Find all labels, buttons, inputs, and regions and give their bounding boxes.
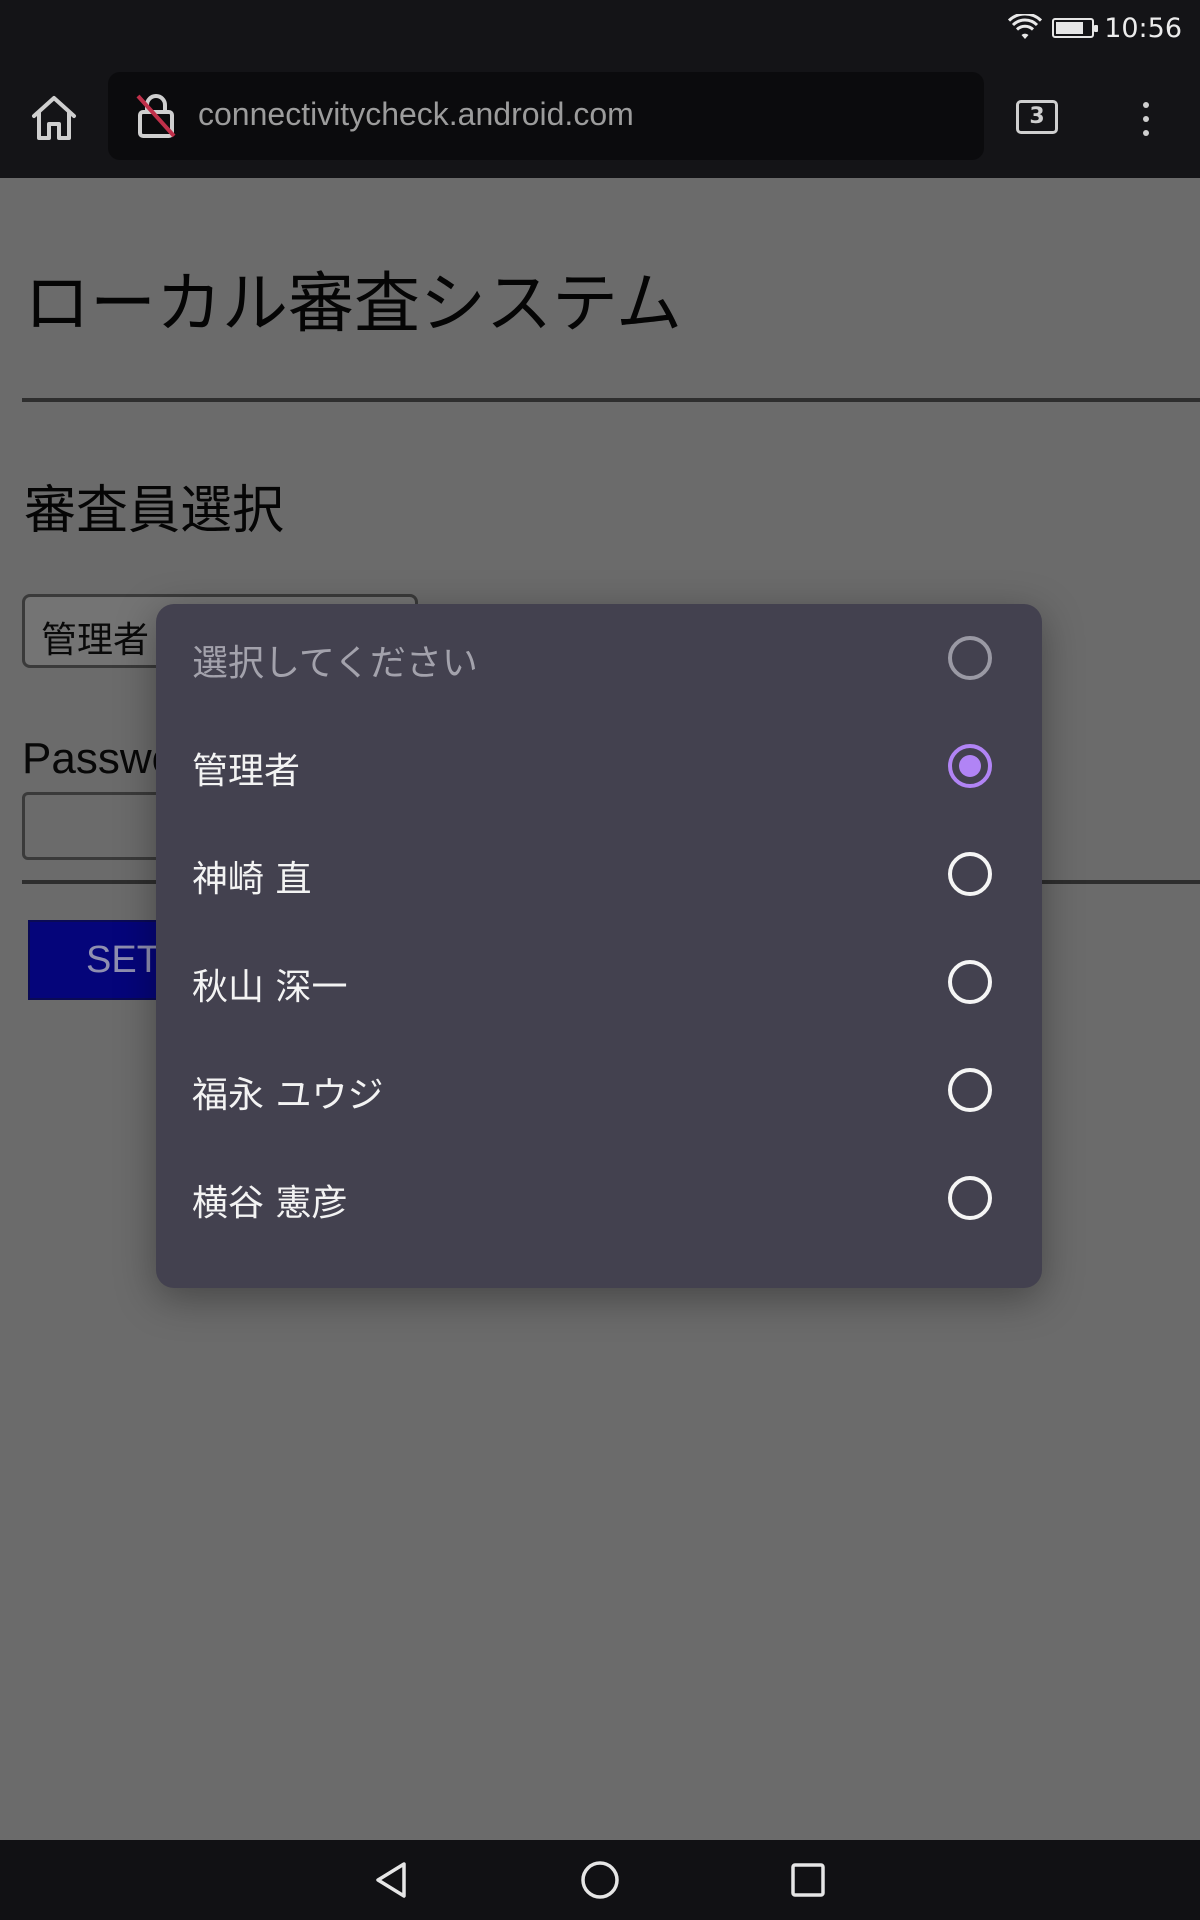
more-vert-icon[interactable] bbox=[1128, 96, 1164, 144]
radio-button-checked[interactable] bbox=[948, 744, 992, 788]
dialog-option-label: 管理者 bbox=[192, 751, 301, 792]
address-bar[interactable]: connectivitycheck.android.com bbox=[108, 72, 984, 160]
home-circle-icon[interactable] bbox=[578, 1858, 622, 1902]
navigation-bar bbox=[0, 1840, 1200, 1920]
status-icons: 10:56 bbox=[1008, 10, 1182, 46]
dialog-option[interactable]: 横谷 憲彦 bbox=[156, 1144, 1042, 1252]
battery-icon bbox=[1052, 18, 1099, 38]
battery-level bbox=[1056, 22, 1084, 34]
tab-switcher-button[interactable]: 3 bbox=[1016, 100, 1058, 134]
url-text[interactable]: connectivitycheck.android.com bbox=[198, 96, 634, 133]
dialog-option-label: 秋山 深一 bbox=[192, 967, 348, 1008]
select-dialog: 選択してください 管理者 神崎 直 秋山 深一 福永 ユウジ 横谷 憲彦 bbox=[156, 604, 1042, 1288]
radio-button[interactable] bbox=[948, 852, 992, 896]
dialog-option-label: 福永 ユウジ bbox=[192, 1075, 384, 1116]
page-title: ローカル審査システム bbox=[24, 265, 683, 342]
radio-button[interactable] bbox=[948, 1176, 992, 1220]
dialog-option-label: 神崎 直 bbox=[192, 859, 312, 900]
status-time: 10:56 bbox=[1104, 12, 1182, 44]
browser-toolbar: connectivitycheck.android.com 3 bbox=[0, 56, 1200, 178]
home-button[interactable] bbox=[28, 92, 80, 144]
dialog-option[interactable]: 福永 ユウジ bbox=[156, 1036, 1042, 1144]
insecure-lock-icon[interactable] bbox=[132, 92, 180, 140]
reviewer-select-value: 管理者 bbox=[41, 620, 150, 661]
section-title: 審査員選択 bbox=[24, 481, 285, 541]
status-bar: 10:56 bbox=[0, 0, 1200, 56]
dialog-option[interactable]: 秋山 深一 bbox=[156, 928, 1042, 1036]
radio-button[interactable] bbox=[948, 960, 992, 1004]
back-icon[interactable] bbox=[370, 1858, 414, 1902]
dialog-option[interactable]: 管理者 bbox=[156, 712, 1042, 820]
divider bbox=[22, 398, 1200, 402]
home-icon bbox=[32, 96, 76, 140]
dialog-option[interactable]: 神崎 直 bbox=[156, 820, 1042, 928]
dialog-option-label: 横谷 憲彦 bbox=[192, 1183, 348, 1224]
recents-icon[interactable] bbox=[786, 1858, 830, 1902]
radio-button[interactable] bbox=[948, 636, 992, 680]
dialog-option-placeholder[interactable]: 選択してください bbox=[156, 604, 1042, 712]
radio-button[interactable] bbox=[948, 1068, 992, 1112]
dialog-option-label: 選択してください bbox=[192, 643, 478, 684]
wifi-icon bbox=[1008, 14, 1043, 39]
